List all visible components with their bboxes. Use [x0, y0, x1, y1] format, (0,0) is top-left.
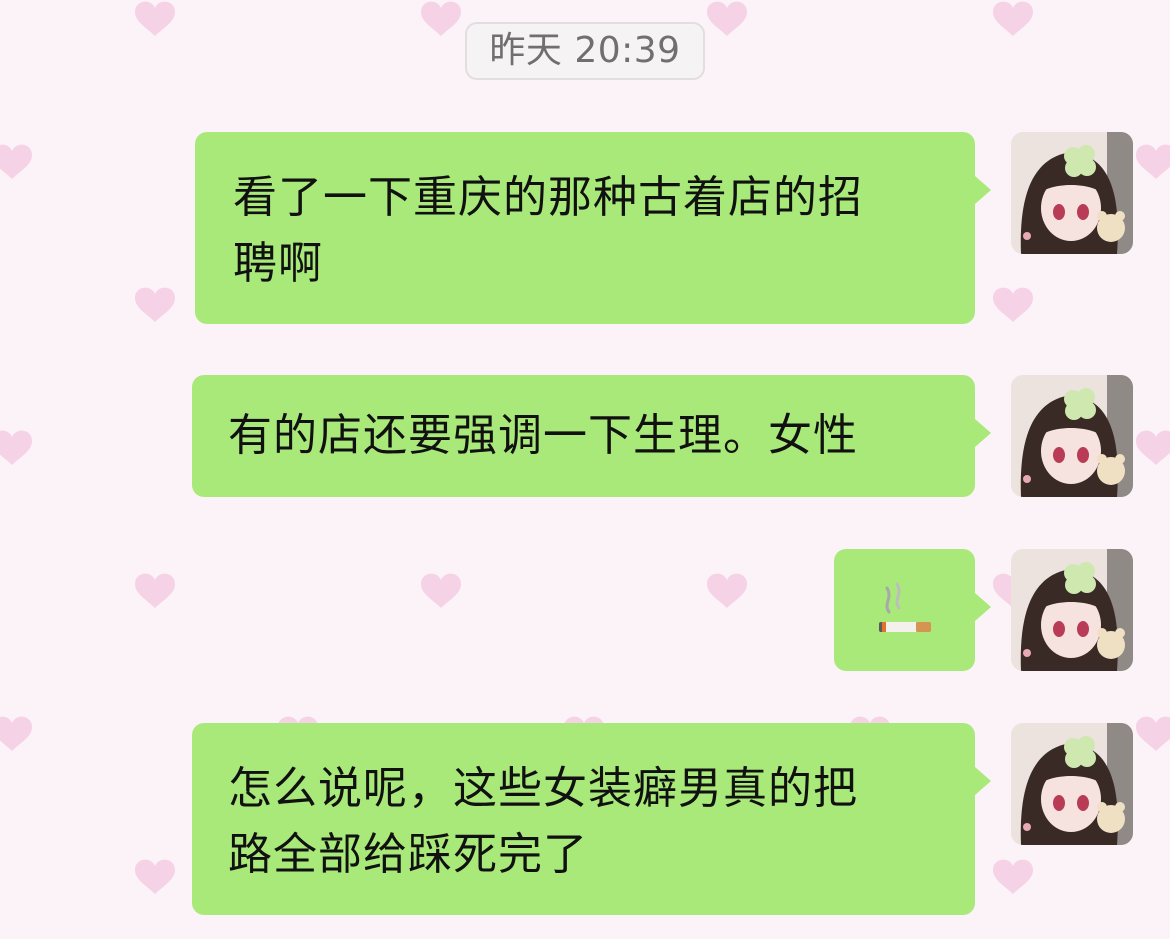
heart-decoration — [1136, 144, 1170, 179]
heart-decoration — [707, 1, 747, 37]
avatar[interactable] — [1011, 549, 1133, 671]
heart-decoration — [421, 1, 461, 37]
avatar[interactable] — [1011, 375, 1133, 497]
heart-decoration — [993, 287, 1033, 322]
heart-decoration — [135, 1, 175, 37]
cigarette-icon — [878, 582, 931, 632]
heart-decoration — [421, 573, 461, 608]
heart-decoration — [0, 716, 32, 751]
heart-decoration — [135, 859, 175, 894]
heart-decoration — [135, 573, 175, 608]
doll-avatar-icon — [1011, 549, 1133, 671]
timestamp-label: 昨天 20:39 — [465, 22, 705, 80]
doll-avatar-icon — [1011, 723, 1133, 845]
avatar[interactable] — [1011, 723, 1133, 845]
message-bubble-4[interactable]: 怎么说呢，这些女装癖男真的把 路全部给踩死完了 — [192, 723, 991, 915]
message-bubble-2[interactable]: 有的店还要强调一下生理。女性 — [192, 375, 991, 497]
heart-decoration — [993, 1, 1033, 37]
heart-decoration — [993, 859, 1033, 894]
avatar[interactable] — [1011, 132, 1133, 254]
heart-decoration — [135, 287, 175, 322]
heart-decoration — [1136, 716, 1170, 751]
heart-decoration — [1136, 430, 1170, 465]
heart-decoration — [0, 430, 32, 465]
message-bubble-1[interactable]: 看了一下重庆的那种古着店的招 聘啊 — [195, 132, 991, 324]
doll-avatar-icon — [1011, 132, 1133, 254]
message-1-line-1: 看了一下重庆的那种古着店的招 — [233, 172, 863, 223]
message-4-line-2: 路全部给踩死完了 — [228, 829, 588, 880]
heart-decoration — [707, 573, 747, 608]
message-1-line-2: 聘啊 — [233, 238, 323, 289]
doll-avatar-icon — [1011, 375, 1133, 497]
message-bubble-3[interactable]: 🚬 — [834, 549, 991, 671]
heart-decoration — [0, 144, 32, 179]
message-2-line-1: 有的店还要强调一下生理。女性 — [228, 410, 858, 461]
message-4-line-1: 怎么说呢，这些女装癖男真的把 — [228, 763, 858, 814]
